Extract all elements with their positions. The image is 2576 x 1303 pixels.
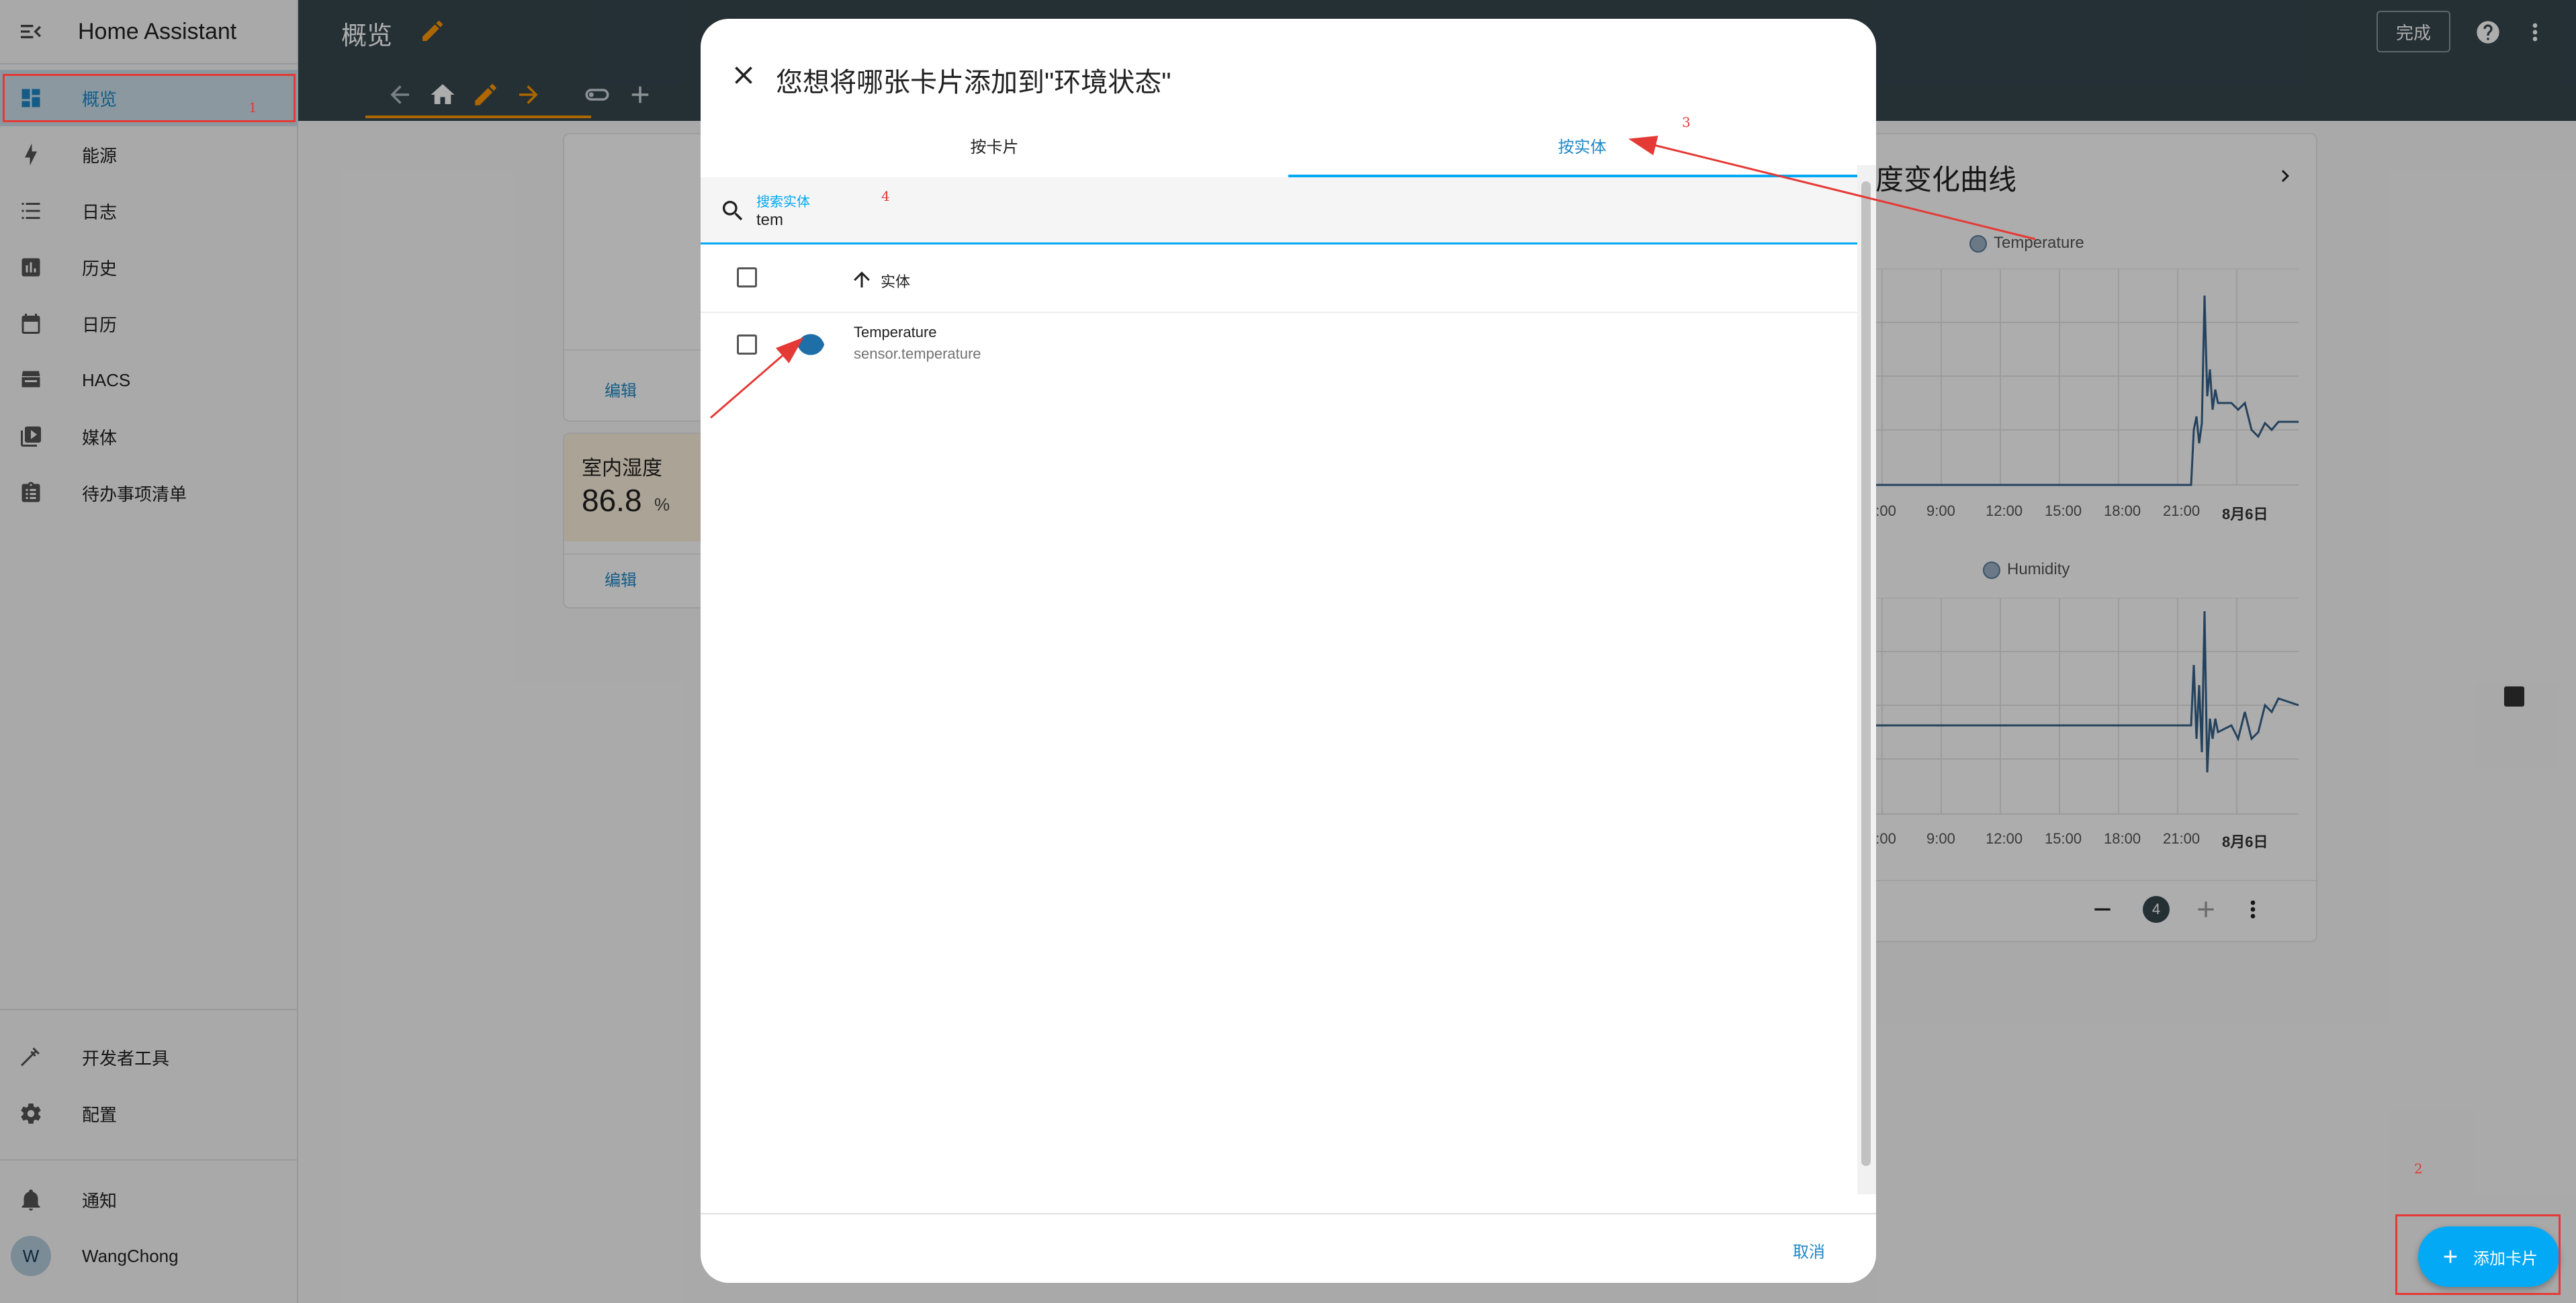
annotation-arrows bbox=[710, 136, 2036, 419]
